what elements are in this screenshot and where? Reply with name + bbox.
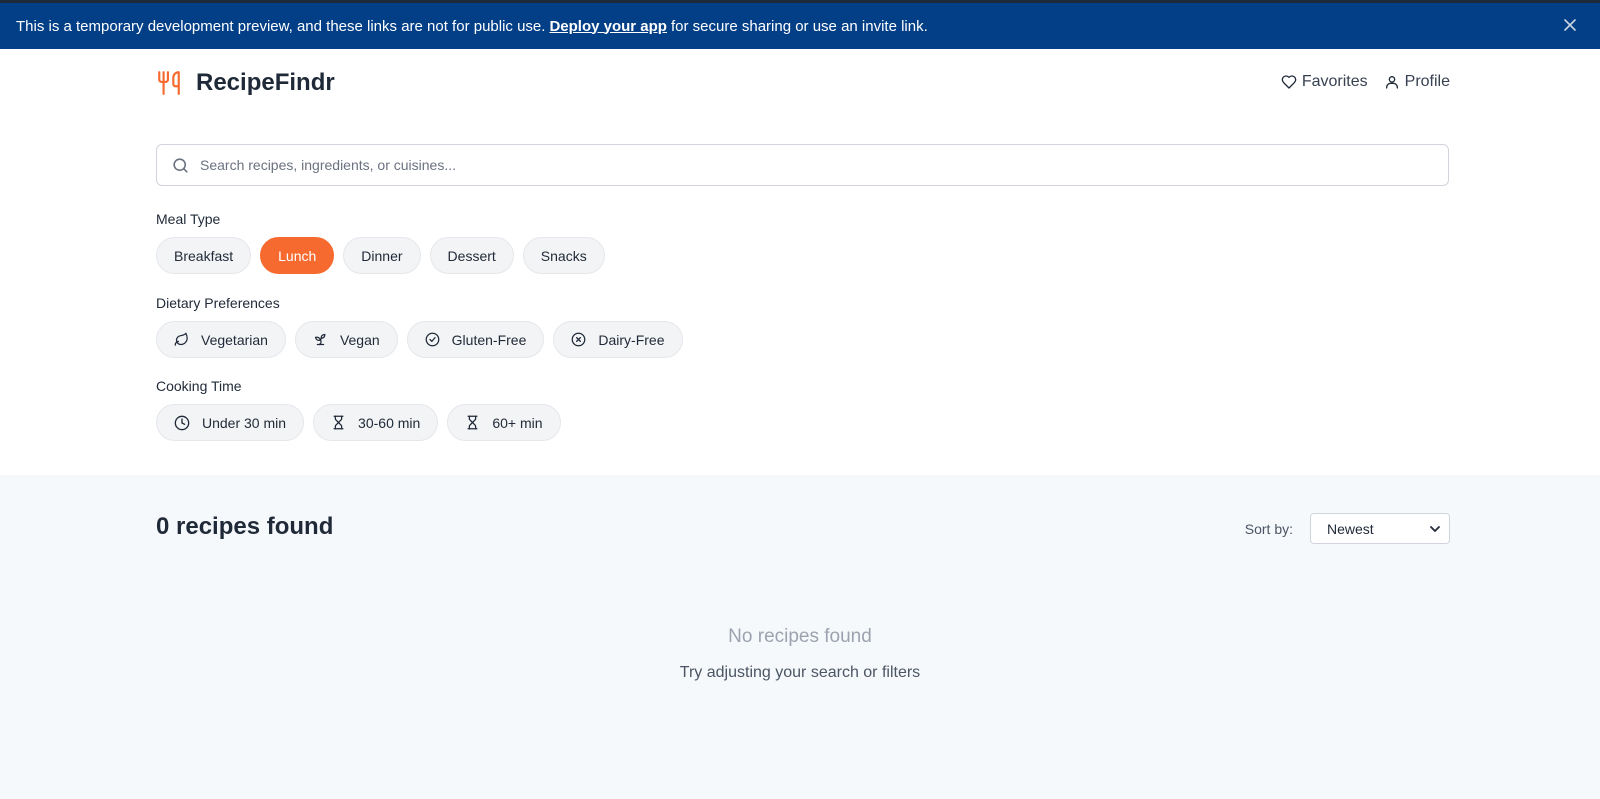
clock-icon <box>174 415 190 430</box>
cooking-time-label: Cooking Time <box>156 378 242 394</box>
chip-dinner[interactable]: Dinner <box>343 237 421 274</box>
cooking-time-chips: Under 30 min 30-60 min 60+ min <box>156 404 570 441</box>
chip-label: Gluten-Free <box>451 331 527 348</box>
chip-label: Lunch <box>278 247 317 264</box>
chip-30-60[interactable]: 30-60 min <box>313 404 439 441</box>
sort-control: Sort by: Newest <box>1245 513 1450 544</box>
dietary-chips: Vegetarian Vegan Gluten-Free Dairy-Free <box>156 321 692 358</box>
header-nav: Favorites Profile <box>1265 73 1450 91</box>
sort-select[interactable]: Newest <box>1310 513 1450 544</box>
chip-label: Breakfast <box>174 247 234 264</box>
heart-icon <box>1281 75 1297 89</box>
hourglass-icon <box>333 415 344 430</box>
chip-label: Dessert <box>447 247 496 264</box>
search-input[interactable] <box>200 146 1448 184</box>
chip-lunch[interactable]: Lunch <box>260 237 335 274</box>
close-icon <box>1564 19 1576 31</box>
meal-type-chips: Breakfast Lunch Dinner Dessert Snacks <box>156 237 614 274</box>
chip-dairy-free[interactable]: Dairy-Free <box>553 321 683 358</box>
search-icon <box>173 157 188 173</box>
x-circle-icon <box>572 332 586 347</box>
chip-label: Dinner <box>361 247 403 264</box>
deploy-app-link[interactable]: Deploy your app <box>549 18 667 35</box>
chip-vegetarian[interactable]: Vegetarian <box>156 321 286 358</box>
sort-value: Newest <box>1327 520 1374 537</box>
hourglass-icon <box>467 415 478 430</box>
chip-label: 30-60 min <box>358 414 421 431</box>
nav-profile-label: Profile <box>1404 73 1450 90</box>
leaf-icon <box>174 332 188 346</box>
banner-close-button[interactable] <box>1560 15 1580 35</box>
filter-panel: RecipeFindr Favorites Profile Search rec… <box>0 49 1600 475</box>
chip-label: Vegetarian <box>201 331 268 348</box>
nav-profile[interactable]: Profile <box>1384 73 1450 91</box>
chip-breakfast[interactable]: Breakfast <box>156 237 252 274</box>
empty-state-title: No recipes found <box>728 626 872 647</box>
logo[interactable]: RecipeFindr <box>156 69 335 97</box>
search-bar <box>156 144 1449 186</box>
nav-favorites[interactable]: Favorites <box>1281 73 1368 91</box>
chip-label: Snacks <box>540 247 587 264</box>
dietary-label: Dietary Preferences <box>156 295 280 311</box>
results-count: 0 recipes found <box>156 513 334 540</box>
check-circle-icon <box>425 332 440 347</box>
chip-snacks[interactable]: Snacks <box>522 237 605 274</box>
app-header: RecipeFindr Favorites Profile <box>0 49 1600 120</box>
banner-text-after: for secure sharing or use an invite link… <box>670 17 928 35</box>
empty-state-subtitle: Try adjusting your search or filters <box>679 664 921 681</box>
chip-vegan[interactable]: Vegan <box>294 321 398 358</box>
utensils-icon <box>158 71 180 95</box>
chip-label: Dairy-Free <box>598 331 665 348</box>
chip-label: 60+ min <box>492 414 543 431</box>
chip-gluten-free[interactable]: Gluten-Free <box>406 321 545 358</box>
banner-text: This is a temporary development preview,… <box>16 17 546 35</box>
sprout-icon <box>314 333 326 346</box>
nav-favorites-label: Favorites <box>1301 73 1368 90</box>
chip-label: Under 30 min <box>202 414 287 431</box>
meal-type-label: Meal Type <box>156 211 221 227</box>
logo-text: RecipeFindr <box>196 69 335 96</box>
preview-banner: This is a temporary development preview,… <box>0 0 1600 49</box>
chevron-down-icon <box>1430 525 1440 532</box>
user-icon <box>1385 76 1398 89</box>
chip-60-plus[interactable]: 60+ min <box>447 404 561 441</box>
chip-under-30[interactable]: Under 30 min <box>156 404 305 441</box>
chip-dessert[interactable]: Dessert <box>429 237 514 274</box>
sort-label: Sort by: <box>1244 520 1293 537</box>
chip-label: Vegan <box>339 331 380 348</box>
